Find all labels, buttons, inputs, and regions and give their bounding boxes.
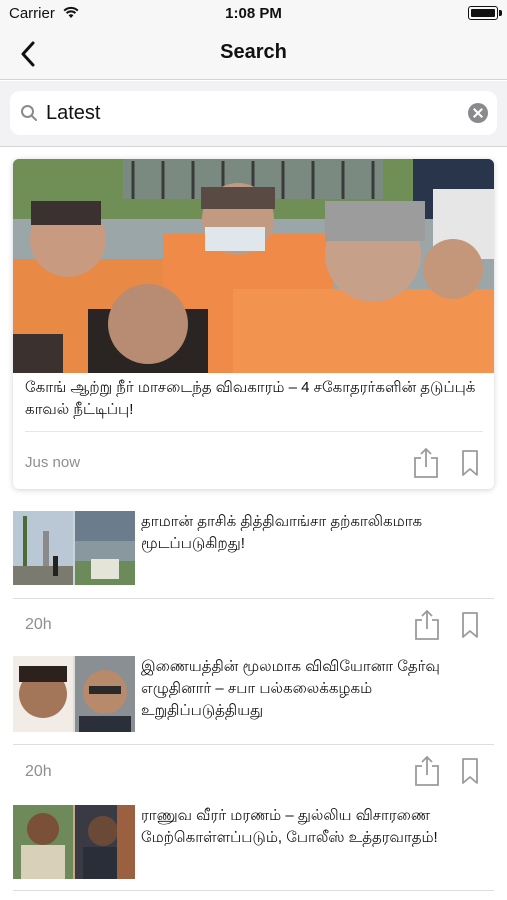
featured-article-title: கோங் ஆற்று நீர் மாசடைந்த விவகாரம் – 4 சக… xyxy=(25,379,476,418)
article-thumbnail xyxy=(13,656,135,732)
list-item[interactable]: இணையத்தின் மூலமாக விவியோனா தேர்வு எழுதின… xyxy=(0,656,507,732)
search-input[interactable] xyxy=(46,99,456,127)
article-thumbnail xyxy=(13,511,135,585)
divider xyxy=(13,744,494,745)
search-icon xyxy=(20,104,38,127)
featured-article-card[interactable]: கோங் ஆற்று நீர் மாசடைந்த விவகாரம் – 4 சக… xyxy=(13,159,494,489)
bookmark-button[interactable] xyxy=(461,757,479,790)
bookmark-icon xyxy=(462,450,478,476)
share-button[interactable] xyxy=(414,755,440,792)
card-divider xyxy=(25,431,483,432)
article-time: 20h xyxy=(25,763,52,780)
share-icon xyxy=(415,609,439,640)
divider xyxy=(13,890,494,891)
bookmark-icon xyxy=(462,758,478,784)
article-title: தாமான் தாசிக் தித்திவாங்சா தற்காலிகமாக ம… xyxy=(141,513,423,552)
battery-icon xyxy=(468,6,502,20)
status-bar: Carrier 1:08 PM xyxy=(0,0,507,28)
bookmark-button[interactable] xyxy=(461,449,479,482)
search-bar-container xyxy=(0,81,507,147)
featured-article-image xyxy=(13,159,494,373)
list-item[interactable]: தாமான் தாசிக் தித்திவாங்சா தற்காலிகமாக ம… xyxy=(0,511,507,585)
article-title: ராணுவ வீரர் மரணம் – துல்லிய விசாரணை மேற்… xyxy=(141,807,438,846)
status-time: 1:08 PM xyxy=(225,5,282,22)
navigation-bar: Search xyxy=(0,28,507,80)
bookmark-icon xyxy=(462,612,478,638)
share-icon xyxy=(414,447,438,478)
clear-search-icon[interactable] xyxy=(468,103,488,123)
page-title: Search xyxy=(220,41,287,63)
share-button[interactable] xyxy=(413,447,439,484)
list-item[interactable]: ராணுவ வீரர் மரணம் – துல்லிய விசாரணை மேற்… xyxy=(0,805,507,879)
article-time: 20h xyxy=(25,616,52,633)
article-thumbnail xyxy=(13,805,135,879)
article-title: இணையத்தின் மூலமாக விவியோனா தேர்வு எழுதின… xyxy=(141,658,440,719)
bookmark-button[interactable] xyxy=(461,611,479,644)
featured-article-time: Jus now xyxy=(25,454,81,471)
share-button[interactable] xyxy=(414,609,440,646)
search-box[interactable] xyxy=(10,91,497,135)
share-icon xyxy=(415,755,439,786)
divider xyxy=(13,598,494,599)
